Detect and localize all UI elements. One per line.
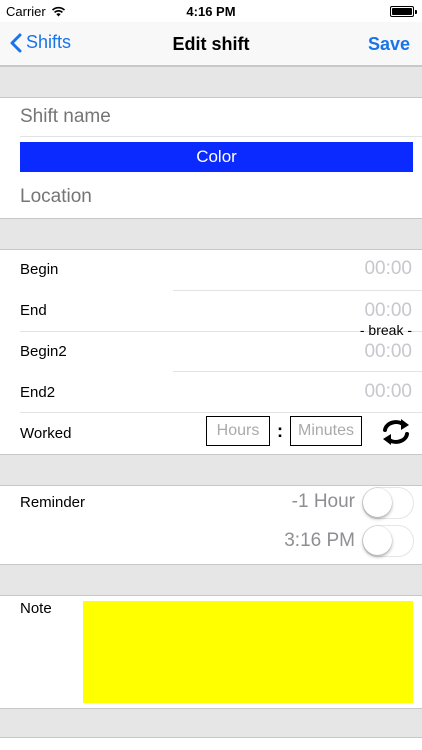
save-button[interactable]: Save xyxy=(368,34,410,55)
status-time: 4:16 PM xyxy=(186,4,236,19)
begin-label: Begin xyxy=(20,261,59,278)
back-button[interactable]: Shifts xyxy=(10,32,71,53)
color-button-label: Color xyxy=(196,147,237,166)
begin2-label: Begin2 xyxy=(20,343,67,360)
shift-name-input[interactable] xyxy=(20,104,400,130)
section-separator xyxy=(0,564,422,596)
reminder-time-toggle[interactable] xyxy=(362,525,414,557)
toggle-knob xyxy=(363,488,392,517)
divider xyxy=(20,412,422,413)
section-separator xyxy=(0,218,422,250)
back-button-label: Shifts xyxy=(26,32,72,52)
location-input[interactable] xyxy=(20,184,400,210)
note-label: Note xyxy=(20,600,52,617)
reminder-offset-value[interactable]: -1 Hour xyxy=(292,491,355,513)
break-label: - break - xyxy=(359,322,412,338)
navigation-bar: Shifts Edit shift Save xyxy=(0,22,422,66)
battery-icon xyxy=(390,6,417,17)
minutes-input[interactable]: Minutes xyxy=(290,416,362,446)
end-time-field[interactable]: 00:00 xyxy=(364,300,412,322)
begin-time-field[interactable]: 00:00 xyxy=(364,258,412,280)
end-label: End xyxy=(20,302,47,319)
begin2-time-field[interactable]: 00:00 xyxy=(364,341,412,363)
chevron-left-icon xyxy=(10,33,22,52)
hours-input[interactable]: Hours xyxy=(206,416,270,446)
divider xyxy=(173,371,422,372)
end2-time-field[interactable]: 00:00 xyxy=(364,381,412,403)
reminder-label: Reminder xyxy=(20,494,86,511)
reminder-time-value[interactable]: 3:16 PM xyxy=(284,530,355,552)
refresh-icon[interactable] xyxy=(380,416,412,448)
time-colon: : xyxy=(277,421,283,441)
next-section xyxy=(0,738,422,750)
note-textarea[interactable] xyxy=(83,601,413,703)
worked-label: Worked xyxy=(20,425,72,442)
end2-label: End2 xyxy=(20,384,56,401)
toggle-knob xyxy=(363,526,392,555)
section-separator xyxy=(0,708,422,738)
section-separator xyxy=(0,454,422,486)
divider xyxy=(20,136,422,137)
divider xyxy=(173,290,422,291)
color-picker-button[interactable]: Color xyxy=(20,142,413,172)
section-separator xyxy=(0,66,422,98)
status-bar: Carrier 4:16 PM xyxy=(0,0,422,22)
reminder-offset-toggle[interactable] xyxy=(362,487,414,519)
